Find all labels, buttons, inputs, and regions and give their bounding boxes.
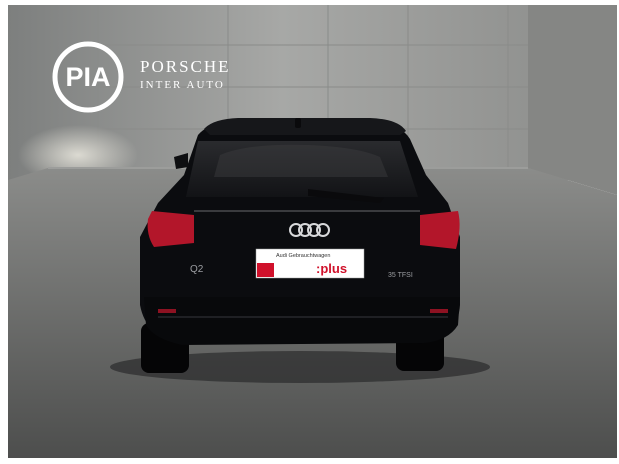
dealer-monogram-icon: PIA <box>52 41 124 113</box>
model-badge: Q2 <box>190 264 204 275</box>
plate-line1: Audi Gebrauchtwagen <box>276 253 330 259</box>
dealer-brand-sub: INTER AUTO <box>140 79 225 91</box>
right-wall <box>528 5 617 195</box>
plate-accent-shape <box>257 263 274 277</box>
photo-frame: Audi Gebrauchtwagen :plus Q2 35 TFSI PIA… <box>8 5 617 458</box>
engine-badge: 35 TFSI <box>388 272 413 279</box>
dealer-logo: PIA PORSCHE INTER AUTO <box>50 39 290 115</box>
rear-bumper <box>144 297 460 345</box>
right-taillight <box>420 211 460 249</box>
left-taillight <box>147 211 194 247</box>
roof-spoiler <box>204 118 406 135</box>
plate-line2: :plus <box>316 261 347 276</box>
left-reflector <box>158 309 176 313</box>
svg-text:PIA: PIA <box>65 62 110 92</box>
roof-antenna <box>295 118 301 128</box>
dealer-brand-name: PORSCHE <box>140 57 231 76</box>
right-reflector <box>430 309 448 313</box>
